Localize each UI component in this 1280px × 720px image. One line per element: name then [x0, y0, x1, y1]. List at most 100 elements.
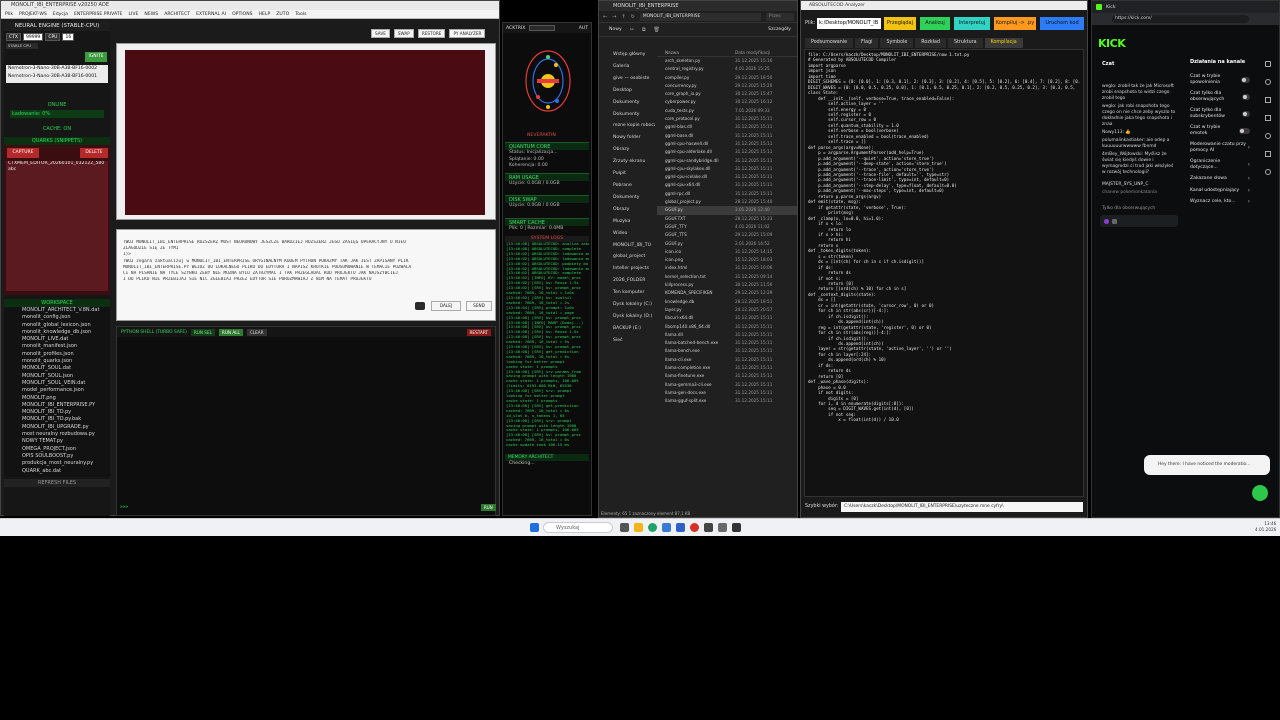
- nav-item[interactable]: give — osobiste: [599, 73, 655, 85]
- settings-icon[interactable]: [1265, 61, 1271, 67]
- quick-pick-select[interactable]: C:\Users\kaczk\Desktop\MONOLIT_IBI_ENTER…: [841, 502, 1083, 512]
- file-row[interactable]: arch_skeleton.py 31.12.2025 15:16: [657, 57, 797, 65]
- nav-item[interactable]: 2026_FOLDER: [599, 275, 655, 287]
- file-row[interactable]: llama-bench.exe 31.12.2025 15:11: [657, 347, 797, 355]
- tab-1[interactable]: Flagi: [855, 38, 879, 48]
- file-row[interactable]: icon.ico 31.12.2025 14:15: [657, 248, 797, 256]
- nav-item[interactable]: Obrazy: [599, 144, 655, 156]
- workspace-file[interactable]: MONOLIT_IBI_TO.py: [4, 409, 110, 416]
- chrome-icon[interactable]: [690, 523, 699, 532]
- file-row[interactable]: llama-gguf-split.exe 31.12.2025 15:11: [657, 397, 797, 405]
- toast-notification[interactable]: Hey there: I have noticed the moderatio.…: [1144, 455, 1270, 475]
- menu-item[interactable]: PROJEKT-WS: [19, 10, 47, 18]
- browser-icon[interactable]: [648, 523, 657, 532]
- setting-toggle[interactable]: [1241, 110, 1250, 117]
- refresh-files-button[interactable]: REFRESH FILES: [4, 479, 110, 487]
- file-row[interactable]: ggml-cpu-x64.dll 31.12.2025 15:11: [657, 181, 797, 189]
- emote-icon[interactable]: [1112, 218, 1117, 224]
- setting-toggle[interactable]: [1239, 127, 1250, 134]
- nav-item[interactable]: MONOLIT_IBI_TU: [599, 240, 655, 252]
- task-view-icon[interactable]: [620, 523, 629, 532]
- shell-prompt[interactable]: >>>: [120, 505, 128, 510]
- ctx-input[interactable]: 99999: [22, 33, 44, 41]
- workspace-file[interactable]: monolit_manifest.json: [4, 343, 110, 350]
- support-chat-icon[interactable]: [1252, 485, 1268, 501]
- file-row[interactable]: ggml-cpu-alderlake.dll 31.12.2025 15:11: [657, 148, 797, 156]
- file-row[interactable]: llama-cli.exe 31.12.2025 15:11: [657, 356, 797, 364]
- file-row[interactable]: llama-finetune.exe 31.12.2025 15:11: [657, 372, 797, 380]
- file-row[interactable]: concurrency.py 29.12.2025 15:20: [657, 82, 797, 90]
- file-row[interactable]: llama-completion.exe 31.12.2025 15:11: [657, 364, 797, 372]
- workspace-file[interactable]: OPIS SOULBOOST.py: [4, 453, 110, 460]
- tab-4[interactable]: Struktura: [948, 38, 983, 48]
- nav-item[interactable]: Sieć: [599, 335, 655, 347]
- column-date[interactable]: Data modyfikacji: [735, 49, 785, 56]
- file-row[interactable]: GGUF_TTY 4.01.2026 11:02: [657, 223, 797, 231]
- cmd-icon[interactable]: [732, 523, 741, 532]
- capture-button[interactable]: CAPTURE: [7, 148, 39, 158]
- setting-row[interactable]: Czat w trybie spowolnienia: [1184, 71, 1256, 88]
- setting-row[interactable]: Wyznacz cele, kto... ›: [1184, 196, 1256, 208]
- run-code-button[interactable]: Uruchom kod: [1040, 17, 1084, 30]
- file-path-input[interactable]: k:/Desktop/MONOLIT_IB: [817, 18, 881, 29]
- file-row[interactable]: llama-gemma3-cli.exe 31.12.2025 15:11: [657, 381, 797, 389]
- nav-item[interactable]: BACKUP (E:): [599, 323, 655, 335]
- file-row[interactable]: layer.py 24.12.2025 20:57: [657, 306, 797, 314]
- chat-icon[interactable]: [1265, 115, 1271, 121]
- run-sel-button[interactable]: RUN SEL: [190, 328, 215, 336]
- browser-tab[interactable]: Kick: [1106, 5, 1115, 10]
- file-row[interactable]: GGUF.py 2.01.2026 14:52: [657, 240, 797, 248]
- file-row[interactable]: GGUF.py 3.01.2026 12:40: [657, 206, 797, 215]
- nav-item[interactable]: global_project: [599, 251, 655, 263]
- file-row[interactable]: libomp140.x86_64.dll 31.12.2025 15:11: [657, 323, 797, 331]
- send-button[interactable]: SEND: [466, 301, 492, 311]
- python-icon[interactable]: [662, 523, 671, 532]
- tab-0[interactable]: Podsumowanie: [805, 38, 854, 48]
- address-bar[interactable]: MONOLIT_IBI_ENTERPRISE: [639, 12, 761, 21]
- py-analyzer-button[interactable]: PY ANALYZER: [449, 29, 486, 38]
- chat-input[interactable]: [1100, 215, 1178, 227]
- folder-icon[interactable]: [634, 523, 643, 532]
- setting-toggle[interactable]: [1240, 76, 1250, 83]
- tab-acktrix[interactable]: ACKTRIX: [506, 26, 525, 31]
- setting-toggle[interactable]: [1241, 93, 1250, 100]
- file-row[interactable]: ggml-base.dll 31.12.2025 15:11: [657, 132, 797, 140]
- user-icon[interactable]: [1265, 79, 1271, 85]
- nav-item[interactable]: Obrazy: [599, 204, 655, 216]
- workspace-file[interactable]: MONOLIT_SOUL_VEIN.dat: [4, 380, 110, 387]
- file-row[interactable]: ggml-rpc.dll 31.12.2025 15:11: [657, 190, 797, 198]
- workspace-file[interactable]: monolit_config.json: [4, 314, 110, 321]
- nav-item[interactable]: Galeria: [599, 61, 655, 73]
- save-button[interactable]: SAVE: [371, 29, 390, 38]
- swap-button[interactable]: SWAP: [393, 29, 414, 38]
- file-row[interactable]: ggml-cpu-skylakex.dll 31.12.2025 15:11: [657, 165, 797, 173]
- forward-icon[interactable]: →: [612, 14, 616, 20]
- file-row[interactable]: killprocess.py 30.12.2025 11:50: [657, 281, 797, 289]
- cpu-input[interactable]: 16: [62, 33, 75, 41]
- setting-row[interactable]: Moderowanie czatu przy pomocy AI ›: [1184, 139, 1256, 156]
- menu-item[interactable]: Tools: [295, 10, 306, 18]
- bell-icon[interactable]: [1265, 169, 1271, 175]
- kick-logo[interactable]: KICK: [1098, 37, 1126, 50]
- nav-item[interactable]: Inteller projects: [599, 263, 655, 275]
- menu-item[interactable]: EXTERNAL AI: [196, 10, 226, 18]
- workspace-file[interactable]: monolit_knowledge_db.json: [4, 329, 110, 336]
- file-row[interactable]: llama-gen-docs.exe 31.12.2025 15:11: [657, 389, 797, 397]
- nav-item[interactable]: Wstęp główny: [599, 49, 655, 61]
- file-row[interactable]: ggml-blas.dll 31.12.2025 15:11: [657, 123, 797, 131]
- menu-item[interactable]: NEWS: [144, 10, 158, 18]
- analyze-button[interactable]: Analizuj: [920, 17, 950, 30]
- terminal-icon[interactable]: [704, 523, 713, 532]
- file-row[interactable]: cuda_tests.py 7.01.2026 09:33: [657, 107, 797, 115]
- refresh-icon[interactable]: ↻: [631, 14, 635, 20]
- workspace-file[interactable]: MONOLIT.png: [4, 395, 110, 402]
- cut-icon[interactable]: ✂: [630, 27, 634, 33]
- tab-aut[interactable]: AUT: [579, 26, 588, 31]
- file-row[interactable]: cyberpower.py 30.12.2025 16:12: [657, 98, 797, 106]
- dalej-button[interactable]: DALEJ: [431, 301, 461, 311]
- file-row[interactable]: GGUF.TXT 28.12.2025 15:33: [657, 215, 797, 223]
- workspace-file[interactable]: MONOLIT_LIVE.dat: [4, 336, 110, 343]
- workspace-file[interactable]: NOWY TEMAT.py: [4, 438, 110, 445]
- delete-button[interactable]: DELETE: [80, 148, 108, 158]
- file-row[interactable]: core_protocol.py 31.12.2025 15:11: [657, 115, 797, 123]
